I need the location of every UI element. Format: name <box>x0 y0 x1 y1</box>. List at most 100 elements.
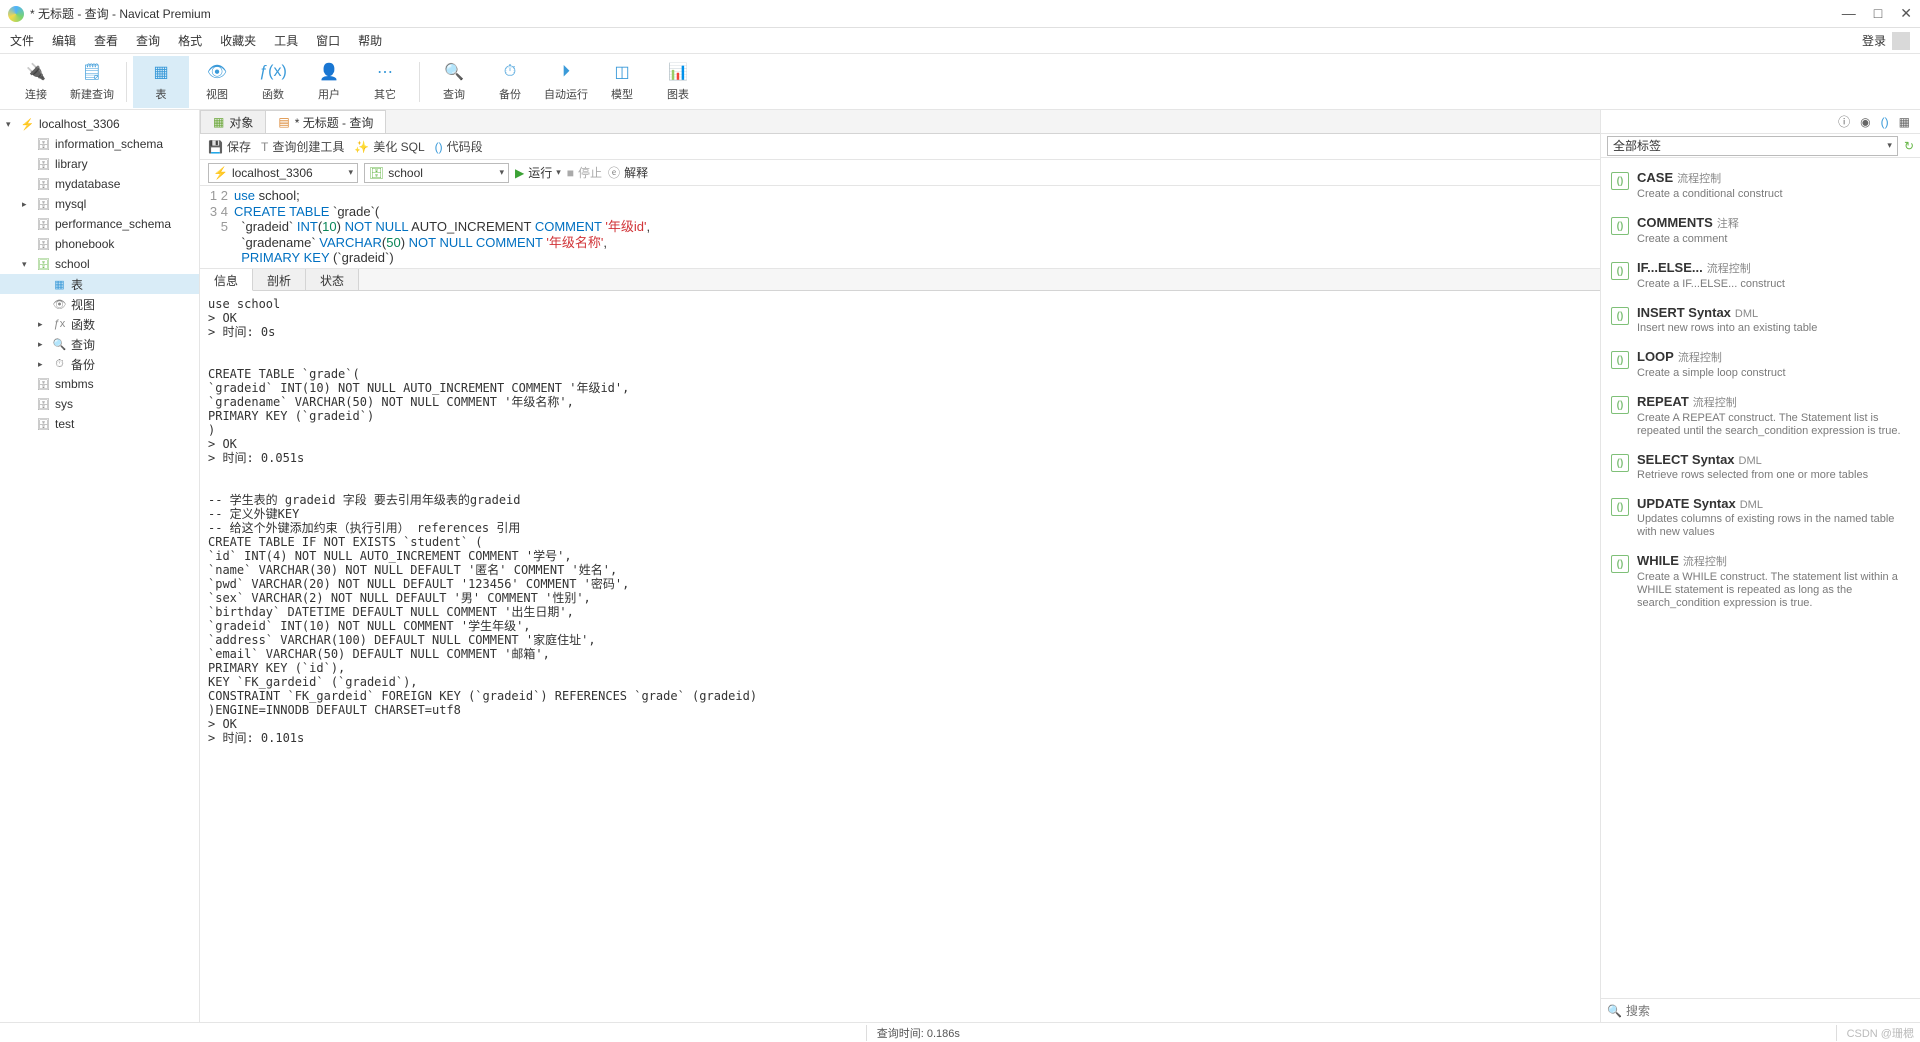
menu-query[interactable]: 查询 <box>136 32 160 49</box>
beautify-icon: ✨ <box>354 140 369 154</box>
snippet-icon: () <box>1611 396 1629 414</box>
tb-table[interactable]: ▦表 <box>133 56 189 108</box>
result-tab-status[interactable]: 状态 <box>306 269 359 290</box>
nav-connection[interactable]: ▾⚡localhost_3306 <box>0 114 199 134</box>
menu-help[interactable]: 帮助 <box>358 32 382 49</box>
query-toolbar: 💾保存 T查询创建工具 ✨美化 SQL ()代码段 <box>200 134 1600 160</box>
nav-table-icon: ▦ <box>52 277 67 292</box>
refresh-icon[interactable]: ↻ <box>1904 139 1914 153</box>
chart-icon: 📊 <box>667 61 689 83</box>
tb-chart[interactable]: 📊图表 <box>650 56 706 108</box>
title-bar: * 无标题 - 查询 - Navicat Premium — □ ✕ <box>0 0 1920 28</box>
nav-db-performance_schema[interactable]: 🗄performance_schema <box>0 214 199 234</box>
nav-db-phonebook[interactable]: 🗄phonebook <box>0 234 199 254</box>
query-icon: 🔍 <box>443 61 465 83</box>
list-icon[interactable]: ▦ <box>1899 115 1910 129</box>
tb-view[interactable]: 👁视图 <box>189 56 245 108</box>
database-select[interactable]: 🗄school▾ <box>364 163 509 183</box>
func-icon: ƒ(x) <box>262 61 284 83</box>
menu-file[interactable]: 文件 <box>10 32 34 49</box>
nav-db-sys-icon: 🗄 <box>36 397 51 412</box>
beautify-button[interactable]: ✨美化 SQL <box>354 138 424 155</box>
maximize-button[interactable]: □ <box>1874 5 1882 22</box>
snippet-repeat[interactable]: ()REPEAT流程控制Create A REPEAT construct. T… <box>1605 388 1916 446</box>
login-link[interactable]: 登录 <box>1862 32 1886 49</box>
menu-fav[interactable]: 收藏夹 <box>220 32 256 49</box>
menu-window[interactable]: 窗口 <box>316 32 340 49</box>
nav-table[interactable]: ▦表 <box>0 274 199 294</box>
nav-db-smbms[interactable]: 🗄smbms <box>0 374 199 394</box>
snippet-select-syntax[interactable]: ()SELECT SyntaxDMLRetrieve rows selected… <box>1605 446 1916 490</box>
tag-filter-select[interactable]: 全部标签▾ <box>1607 136 1898 156</box>
nav-tree[interactable]: ▾⚡localhost_3306🗄information_schema🗄libr… <box>0 110 200 1022</box>
tb-backup[interactable]: ⏱备份 <box>482 56 538 108</box>
menu-format[interactable]: 格式 <box>178 32 202 49</box>
nav-db-mydatabase-icon: 🗄 <box>36 177 51 192</box>
snippet-loop[interactable]: ()LOOP流程控制Create a simple loop construct <box>1605 343 1916 388</box>
nav-func-icon: ƒx <box>52 317 67 332</box>
snippet-insert-syntax[interactable]: ()INSERT SyntaxDMLInsert new rows into a… <box>1605 299 1916 343</box>
menu-view[interactable]: 查看 <box>94 32 118 49</box>
snippet-if-else-[interactable]: ()IF...ELSE...流程控制Create a IF...ELSE... … <box>1605 254 1916 299</box>
snippet-icon: () <box>1611 351 1629 369</box>
info-icon[interactable]: ⓘ <box>1838 113 1850 130</box>
tb-func[interactable]: ƒ(x)函数 <box>245 56 301 108</box>
nav-db-mysql-icon: 🗄 <box>36 197 51 212</box>
nav-db-mysql[interactable]: ▸🗄mysql <box>0 194 199 214</box>
snippet-search-input[interactable] <box>1626 1004 1914 1018</box>
snippet-comments[interactable]: ()COMMENTS注释Create a comment <box>1605 209 1916 254</box>
builder-icon: T <box>261 140 268 154</box>
connection-select[interactable]: ⚡localhost_3306▾ <box>208 163 358 183</box>
nav-db-library-icon: 🗄 <box>36 157 51 172</box>
snippet-panel: ⓘ ◉ () ▦ 全部标签▾ ↻ ()CASE流程控制Create a cond… <box>1600 110 1920 1022</box>
result-tab-info[interactable]: 信息 <box>200 269 253 291</box>
eye-icon[interactable]: ◉ <box>1860 115 1870 129</box>
nav-func[interactable]: ▸ƒx函数 <box>0 314 199 334</box>
nav-db-information_schema[interactable]: 🗄information_schema <box>0 134 199 154</box>
close-button[interactable]: ✕ <box>1900 5 1912 22</box>
nav-db-sys[interactable]: 🗄sys <box>0 394 199 414</box>
snippet-update-syntax[interactable]: ()UPDATE SyntaxDMLUpdates columns of exi… <box>1605 490 1916 547</box>
tb-other[interactable]: ⋯其它 <box>357 56 413 108</box>
tb-autorun[interactable]: ⏵自动运行 <box>538 56 594 108</box>
nav-db-mydatabase[interactable]: 🗄mydatabase <box>0 174 199 194</box>
nav-backup-icon: ⏱ <box>52 357 67 372</box>
sql-editor[interactable]: 1 2 3 4 5 use school; CREATE TABLE `grad… <box>200 186 1600 269</box>
tb-connect[interactable]: 🔌连接 <box>8 56 64 108</box>
connect-icon: 🔌 <box>25 61 47 83</box>
view-icon: 👁 <box>206 61 228 83</box>
query-time: 查询时间: 0.186s <box>866 1025 970 1041</box>
tb-user[interactable]: 👤用户 <box>301 56 357 108</box>
snippet-while[interactable]: ()WHILE流程控制Create a WHILE construct. The… <box>1605 547 1916 618</box>
nav-view[interactable]: 👁视图 <box>0 294 199 314</box>
user-icon: 👤 <box>318 61 340 83</box>
tab-objects[interactable]: ▦对象 <box>200 110 266 133</box>
menu-edit[interactable]: 编辑 <box>52 32 76 49</box>
tb-model[interactable]: ◫模型 <box>594 56 650 108</box>
run-button[interactable]: ▶运行▾ <box>515 164 561 181</box>
nav-db-smbms-icon: 🗄 <box>36 377 51 392</box>
nav-db-test[interactable]: 🗄test <box>0 414 199 434</box>
snippet-icon: () <box>435 140 443 154</box>
explain-button[interactable]: ⓔ解释 <box>608 164 648 181</box>
save-button[interactable]: 💾保存 <box>208 138 251 155</box>
watermark: CSDN @珊楒 <box>1836 1025 1920 1041</box>
stop-button[interactable]: ■停止 <box>567 164 602 181</box>
nav-backup[interactable]: ▸⏱备份 <box>0 354 199 374</box>
nav-db-library[interactable]: 🗄library <box>0 154 199 174</box>
menu-tool[interactable]: 工具 <box>274 32 298 49</box>
minimize-button[interactable]: — <box>1842 5 1856 22</box>
nav-db-school[interactable]: ▾🗄school <box>0 254 199 274</box>
avatar-icon[interactable] <box>1892 32 1910 50</box>
query-builder-button[interactable]: T查询创建工具 <box>261 138 344 155</box>
nav-query[interactable]: ▸🔍查询 <box>0 334 199 354</box>
snippet-case[interactable]: ()CASE流程控制Create a conditional construct <box>1605 164 1916 209</box>
result-output[interactable]: use school > OK > 时间: 0s CREATE TABLE `g… <box>200 291 1600 1023</box>
tab-query[interactable]: ▤* 无标题 - 查询 <box>265 110 386 133</box>
tb-new-query[interactable]: 🗒新建查询 <box>64 56 120 108</box>
query-icon: ▤ <box>278 115 289 129</box>
braces-icon[interactable]: () <box>1881 115 1889 129</box>
tb-query[interactable]: 🔍查询 <box>426 56 482 108</box>
result-tab-profile[interactable]: 剖析 <box>253 269 306 290</box>
snippet-button[interactable]: ()代码段 <box>435 138 483 155</box>
